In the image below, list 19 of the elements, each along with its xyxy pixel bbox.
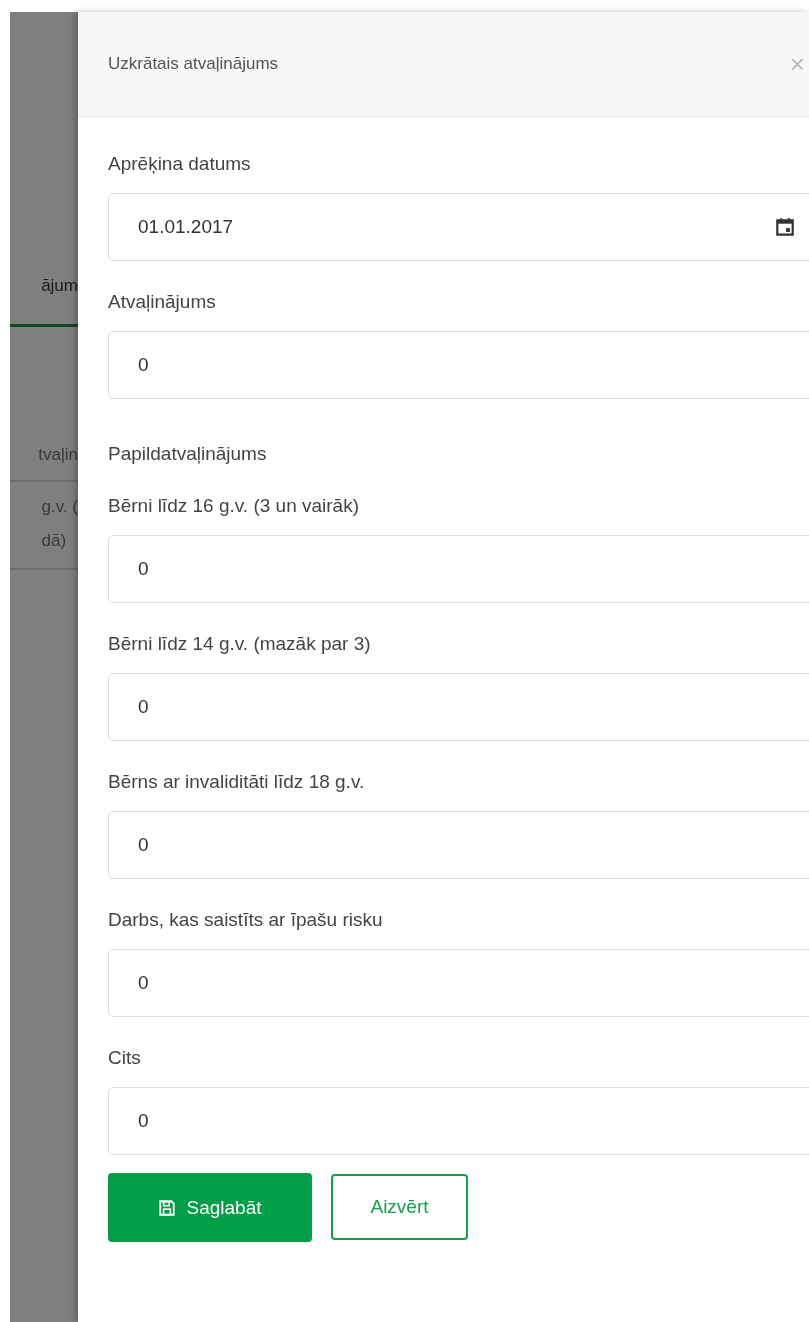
input-field[interactable]: 0 <box>108 811 809 879</box>
input-field[interactable]: 0 <box>108 331 809 399</box>
field-label: Cits <box>108 1047 142 1069</box>
input-field[interactable]: 0 <box>108 1087 809 1155</box>
input-field[interactable]: 0 <box>108 949 809 1017</box>
field-label: Aprēķina datums <box>108 153 252 175</box>
date-field[interactable]: 01.01.2017 <box>108 193 809 261</box>
column-header: tvaļin <box>38 445 78 465</box>
field-label: Darbs, kas saistīts ar īpašu risku <box>108 909 384 931</box>
section-heading: Papildatvaļinājums <box>108 443 268 465</box>
calendar-icon[interactable] <box>774 216 796 238</box>
table-cell-text: g.v. ( dā) <box>41 496 78 552</box>
field-label: Bērni līdz 16 g.v. (3 un vairāk) <box>108 495 360 517</box>
field-label: Bērni līdz 14 g.v. (mazāk par 3) <box>108 633 372 655</box>
dialog-title: Uzkrātais atvaļinājums <box>108 54 280 74</box>
input-field[interactable]: 0 <box>108 535 809 603</box>
field-label: Atvaļinājums <box>108 291 217 313</box>
input-field[interactable]: 0 <box>108 673 809 741</box>
field-label: Bērns ar invaliditāti līdz 18 g.v. <box>108 771 366 793</box>
